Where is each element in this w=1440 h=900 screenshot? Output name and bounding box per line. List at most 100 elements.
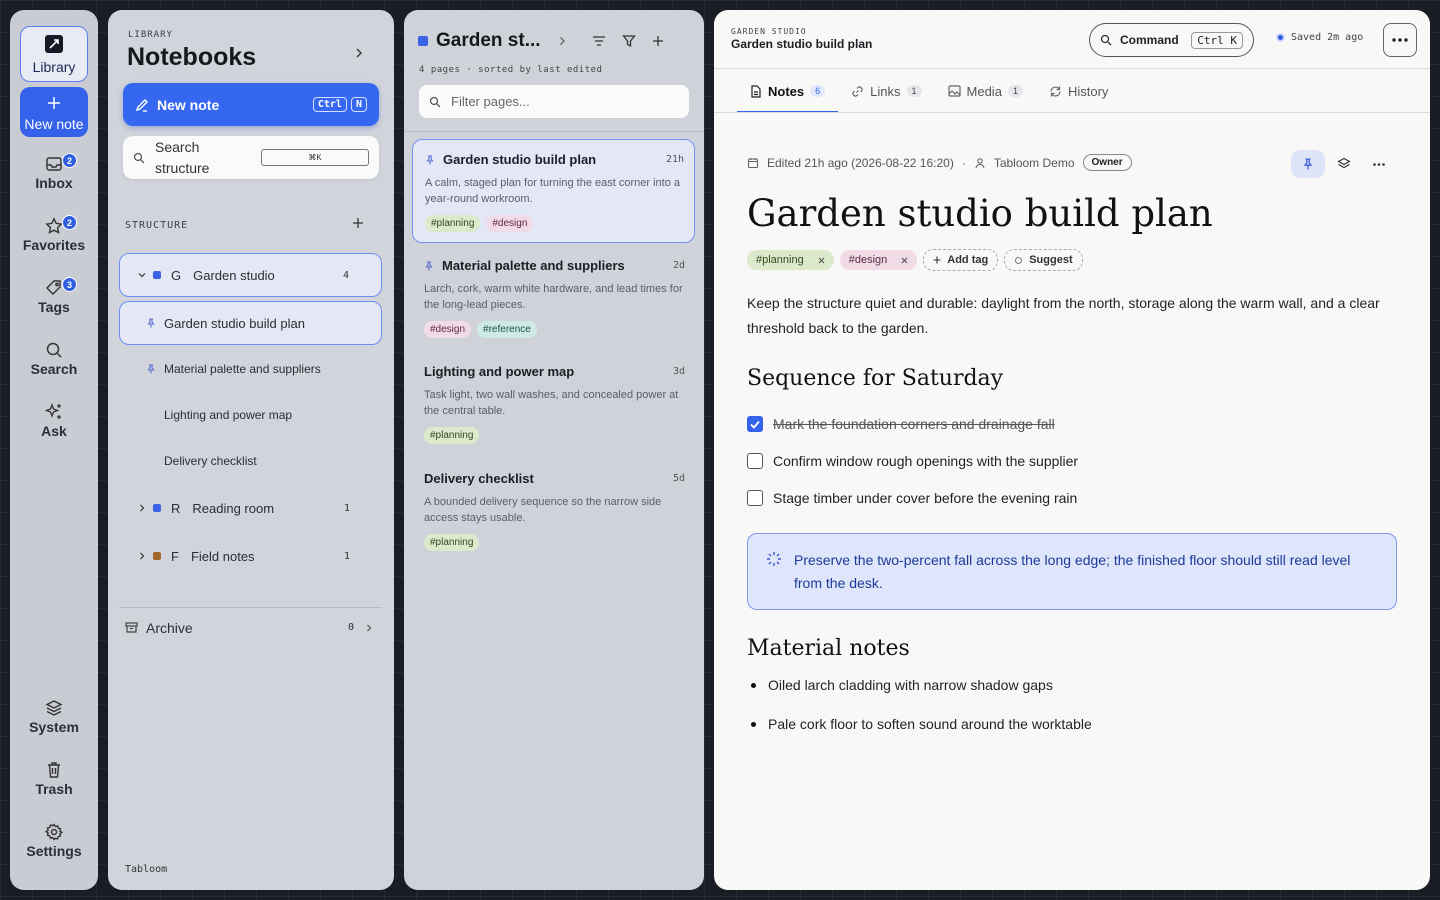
- note-meta: Edited 21h ago (2026-08-22 16:20) · Tabl…: [747, 154, 1132, 171]
- tag-design[interactable]: #design: [424, 321, 472, 338]
- editor-kicker: GARDEN STUDIO: [731, 27, 807, 36]
- star-icon: 2: [45, 215, 77, 237]
- filter-icon[interactable]: [622, 34, 636, 48]
- rail-favorites-label: Favorites: [22, 237, 86, 253]
- tab-links[interactable]: Links 1: [838, 69, 934, 113]
- tree-notebook-reading-room[interactable]: R Reading room 1: [119, 486, 382, 530]
- close-icon[interactable]: [901, 257, 908, 264]
- page-card[interactable]: Material palette and suppliers 2d Larch,…: [412, 246, 695, 348]
- layers-icon: [45, 697, 63, 719]
- tag-planning[interactable]: #planning: [747, 250, 834, 270]
- add-page-icon[interactable]: [652, 35, 664, 47]
- add-structure-icon[interactable]: [352, 217, 364, 229]
- tree-page-label: Material palette and suppliers: [164, 362, 321, 376]
- rail-system-button[interactable]: System: [20, 697, 88, 735]
- sort-icon[interactable]: [592, 35, 606, 47]
- search-structure-label: Search structure: [155, 138, 210, 176]
- pin-button[interactable]: [1291, 150, 1325, 178]
- tree-page-lighting[interactable]: Lighting and power map: [119, 393, 382, 437]
- rail-library-label: Library: [32, 59, 76, 75]
- suggest-button[interactable]: Suggest: [1004, 249, 1083, 271]
- checklist-item[interactable]: Confirm window rough openings with the s…: [747, 453, 1078, 469]
- filter-pages-input[interactable]: Filter pages...: [419, 85, 689, 118]
- checklist-item[interactable]: Stage timber under cover before the even…: [747, 490, 1077, 506]
- rail-tags-button[interactable]: 3 Tags: [20, 277, 88, 315]
- rail-search-label: Search: [30, 361, 78, 377]
- list-item-text: Pale cork floor to soften sound around t…: [768, 716, 1092, 732]
- chevron-right-icon[interactable]: [352, 46, 366, 60]
- search-structure-input[interactable]: Search structure ⌘K: [123, 136, 379, 179]
- pages-subtitle: 4 pages · sorted by last edited: [419, 65, 603, 75]
- notebook-label: Garden studio: [193, 267, 275, 283]
- rail-search-button[interactable]: Search: [20, 339, 88, 377]
- inbox-icon: 2: [45, 153, 77, 175]
- chevron-down-icon: [137, 270, 147, 280]
- checkbox-checked[interactable]: [747, 416, 763, 432]
- tag-design[interactable]: #design: [486, 215, 534, 232]
- rail-inbox-button[interactable]: 2 Inbox: [20, 153, 88, 191]
- note-actions: [1291, 150, 1385, 178]
- page-card[interactable]: Lighting and power map 3d Task light, tw…: [412, 352, 695, 454]
- tab-label: Links: [870, 83, 901, 99]
- list-item[interactable]: Oiled larch cladding with narrow shadow …: [751, 677, 1053, 693]
- more-options-button[interactable]: [1383, 23, 1417, 57]
- new-note-button[interactable]: New note Ctrl N: [123, 83, 379, 126]
- archive-item[interactable]: Archive 0: [119, 607, 382, 647]
- trash-icon: [45, 759, 63, 781]
- callout-block[interactable]: Preserve the two-percent fall across the…: [747, 533, 1397, 610]
- tag-reference[interactable]: #reference: [477, 321, 537, 338]
- favorites-badge: 2: [62, 215, 77, 230]
- notebook-initial: F: [171, 548, 179, 564]
- notebook-count: 1: [343, 502, 350, 514]
- tag-planning[interactable]: #planning: [424, 534, 480, 551]
- rail-favorites-button[interactable]: 2 Favorites: [20, 215, 88, 253]
- rail-library-button[interactable]: Library: [20, 26, 88, 82]
- tag-planning[interactable]: #planning: [425, 215, 481, 232]
- chevron-right-icon[interactable]: [556, 35, 568, 47]
- tree-notebook-garden-studio[interactable]: G Garden studio 4: [119, 253, 382, 297]
- notebooks-kicker: LIBRARY: [128, 30, 173, 40]
- tab-media[interactable]: Media 1: [935, 69, 1036, 113]
- plus-icon: [47, 92, 61, 114]
- callout-text: Preserve the two-percent fall across the…: [794, 552, 1351, 591]
- tree-notebook-field-notes[interactable]: F Field notes 1: [119, 534, 382, 578]
- ellipsis-icon[interactable]: [1373, 162, 1385, 166]
- checkbox[interactable]: [747, 490, 763, 506]
- tree-page-delivery[interactable]: Delivery checklist: [119, 439, 382, 483]
- rail-new-note-button[interactable]: New note: [20, 87, 88, 137]
- link-icon: [851, 85, 864, 98]
- notebook-initial: R: [171, 500, 181, 516]
- layers-icon[interactable]: [1337, 157, 1351, 171]
- rail-ask-button[interactable]: Ask: [20, 401, 88, 439]
- command-palette-button[interactable]: Command Ctrl K: [1089, 23, 1254, 57]
- list-item[interactable]: Pale cork floor to soften sound around t…: [751, 716, 1092, 732]
- page-card[interactable]: Delivery checklist 5d A bounded delivery…: [412, 459, 695, 561]
- close-icon[interactable]: [818, 257, 825, 264]
- tab-label: Media: [966, 83, 1002, 99]
- pin-icon: [425, 154, 435, 165]
- add-tag-button[interactable]: Add tag: [923, 249, 999, 271]
- checkbox[interactable]: [747, 453, 763, 469]
- note-title[interactable]: Garden studio build plan: [747, 192, 1213, 235]
- tree-page-material-palette[interactable]: Material palette and suppliers: [119, 347, 382, 391]
- note-intro[interactable]: Keep the structure quiet and durable: da…: [747, 291, 1407, 341]
- saved-dot-icon: [1276, 33, 1285, 42]
- tag-design[interactable]: #design: [839, 250, 918, 270]
- author-label: Tabloom Demo: [993, 155, 1075, 170]
- edited-label: Edited 21h ago (2026-08-22 16:20): [767, 155, 954, 170]
- tree-page-garden-studio-build-plan[interactable]: Garden studio build plan: [119, 301, 382, 345]
- filter-placeholder: Filter pages...: [451, 94, 530, 109]
- page-card-desc: Task light, two wall washes, and conceal…: [424, 389, 679, 417]
- sparkle-icon: [1014, 256, 1023, 265]
- tab-count: 6: [810, 85, 826, 97]
- rail-trash-button[interactable]: Trash: [20, 759, 88, 797]
- page-card[interactable]: Garden studio build plan 21h A calm, sta…: [412, 139, 695, 243]
- tag-planning[interactable]: #planning: [424, 427, 480, 444]
- tab-history[interactable]: History: [1036, 69, 1121, 113]
- tab-notes[interactable]: Notes 6: [737, 69, 839, 113]
- rail-settings-button[interactable]: Settings: [20, 821, 88, 859]
- checklist-item[interactable]: Mark the foundation corners and drainage…: [747, 416, 1055, 432]
- page-card-title: Material palette and suppliers: [442, 258, 625, 273]
- search-icon: [429, 96, 441, 108]
- meta-separator: ·: [961, 155, 966, 170]
